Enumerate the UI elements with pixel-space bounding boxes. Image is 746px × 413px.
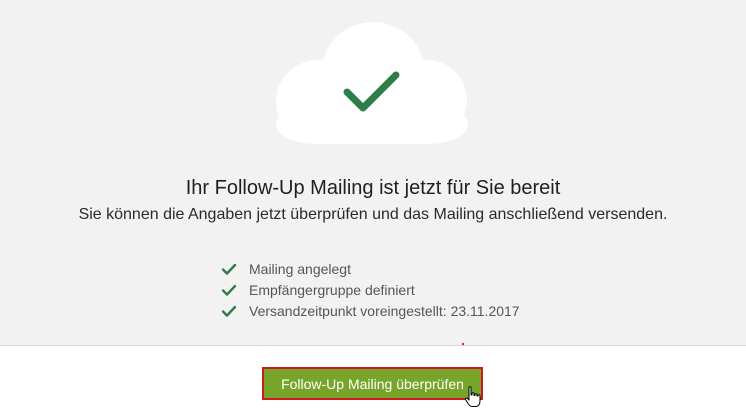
footer-divider [0, 345, 746, 346]
page-subtitle: Sie können die Angaben jetzt überprüfen … [78, 206, 668, 223]
status-checklist: Mailing angelegt Empfängergruppe definie… [221, 258, 520, 321]
checklist-item: Versandzeitpunkt voreingestellt: 23.11.2… [221, 300, 520, 321]
checklist-item-label: Mailing angelegt [249, 260, 351, 277]
checkmark-icon [221, 262, 237, 276]
cloud-check-icon [270, 20, 475, 155]
checkmark-icon [221, 283, 237, 297]
hand-pointer-icon [464, 385, 482, 409]
checklist-item: Mailing angelegt [221, 258, 520, 279]
checklist-item-label: Empfängergruppe definiert [249, 281, 415, 298]
checkmark-icon [221, 304, 237, 318]
checklist-item-label: Versandzeitpunkt voreingestellt: 23.11.2… [249, 302, 520, 319]
success-panel: Ihr Follow-Up Mailing ist jetzt für Sie … [0, 0, 746, 345]
page-title: Ihr Follow-Up Mailing ist jetzt für Sie … [185, 177, 561, 199]
review-mailing-button[interactable]: Follow-Up Mailing überprüfen [262, 367, 483, 400]
checklist-item: Empfängergruppe definiert [221, 279, 520, 300]
